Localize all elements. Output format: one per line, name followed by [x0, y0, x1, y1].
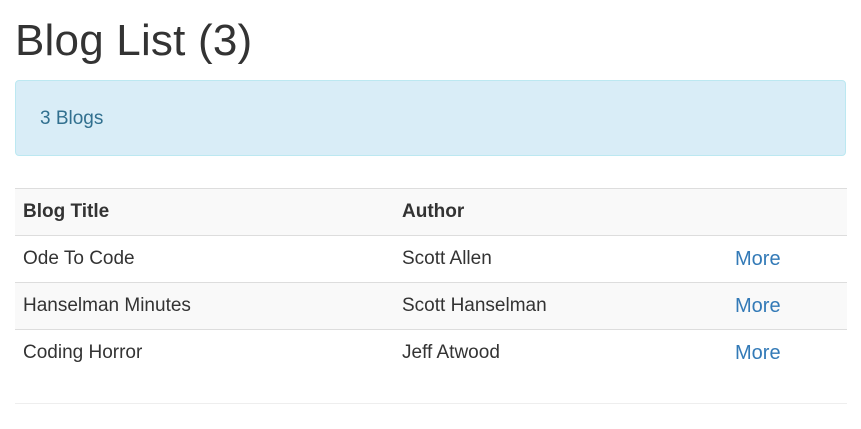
blog-table: Blog Title Author Ode To Code Scott Alle…	[15, 188, 847, 376]
header-actions	[727, 188, 847, 236]
blog-title-cell: Coding Horror	[15, 329, 394, 376]
more-link[interactable]: More	[735, 248, 781, 270]
table-header: Blog Title Author	[15, 188, 847, 236]
blog-count-text: 3 Blogs	[40, 108, 104, 129]
footer-divider	[15, 403, 847, 404]
blog-title-cell: Hanselman Minutes	[15, 282, 394, 330]
header-row: Blog Title Author	[15, 188, 847, 236]
header-author: Author	[394, 188, 727, 236]
more-cell: More	[727, 282, 847, 330]
author-cell: Scott Hanselman	[394, 282, 727, 330]
author-cell: Scott Allen	[394, 235, 727, 283]
more-link[interactable]: More	[735, 342, 781, 364]
more-cell: More	[727, 235, 847, 283]
more-link[interactable]: More	[735, 295, 781, 317]
table-body: Ode To Code Scott Allen More Hanselman M…	[15, 235, 847, 376]
more-cell: More	[727, 329, 847, 376]
page-title: Blog List (3)	[15, 16, 253, 65]
header-blog-title: Blog Title	[15, 188, 394, 236]
blog-title-cell: Ode To Code	[15, 235, 394, 283]
blog-count-alert: 3 Blogs	[15, 80, 846, 156]
table-row: Hanselman Minutes Scott Hanselman More	[15, 282, 847, 330]
table-row: Coding Horror Jeff Atwood More	[15, 329, 847, 376]
table-row: Ode To Code Scott Allen More	[15, 235, 847, 283]
author-cell: Jeff Atwood	[394, 329, 727, 376]
